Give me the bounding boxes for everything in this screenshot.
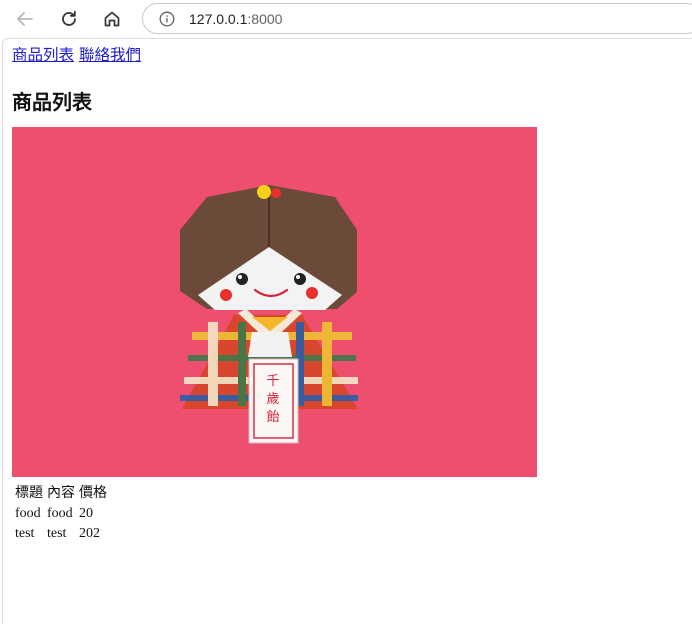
svg-text:歲: 歲: [266, 392, 279, 407]
page-viewport: 商品列表 聯絡我們 商品列表 千 歲 飴 標題 內容 價格 food food …: [2, 38, 692, 624]
url-text: 127.0.0.1:8000: [189, 11, 282, 28]
address-bar[interactable]: 127.0.0.1:8000: [142, 3, 692, 34]
info-icon[interactable]: [159, 11, 175, 27]
home-icon: [104, 11, 120, 27]
top-nav: 商品列表 聯絡我們: [12, 46, 141, 64]
cell-content: test: [47, 526, 67, 541]
table-row: food food 20: [14, 505, 108, 523]
url-host: 127.0.0.1: [189, 11, 248, 27]
cell-price: 202: [79, 526, 100, 541]
cell-price: 20: [79, 506, 93, 521]
product-image: 千 歲 飴: [12, 127, 537, 477]
page-content: 商品列表 聯絡我們 商品列表 千 歲 飴 標題 內容 價格 food food …: [12, 46, 537, 541]
header-title: 標題: [15, 485, 43, 501]
header-content: 內容: [47, 485, 75, 501]
cell-content: food: [47, 506, 73, 521]
table-row: test test 202: [14, 525, 108, 543]
arrow-left-icon: [17, 12, 33, 26]
home-button[interactable]: [97, 4, 127, 34]
browser-toolbar: 127.0.0.1:8000: [0, 0, 692, 38]
cell-title: test: [15, 526, 35, 541]
svg-text:飴: 飴: [266, 410, 279, 425]
header-price: 價格: [79, 485, 107, 501]
reload-icon: [62, 10, 76, 26]
reload-button[interactable]: [54, 4, 84, 34]
origami-doll-image: 千 歲 飴: [12, 127, 537, 477]
table-header-row: 標題 內容 價格: [14, 481, 108, 503]
nav-link-contact[interactable]: 聯絡我們: [79, 46, 141, 64]
back-button[interactable]: [10, 4, 40, 34]
svg-text:千: 千: [266, 374, 279, 389]
cell-title: food: [15, 506, 41, 521]
nav-link-products[interactable]: 商品列表: [12, 46, 74, 64]
product-table: 標題 內容 價格 food food 20 test test 202: [12, 479, 110, 545]
url-port: :8000: [247, 11, 283, 27]
page-title: 商品列表: [12, 90, 92, 114]
